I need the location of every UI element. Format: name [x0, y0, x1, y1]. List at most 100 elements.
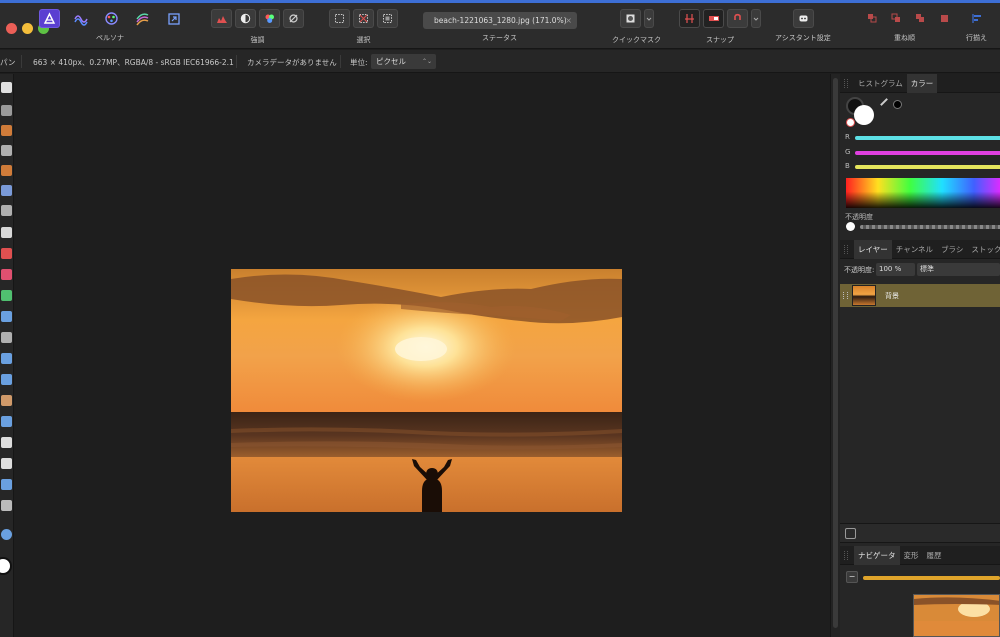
move-back-icon[interactable] [862, 9, 883, 28]
color-balance-icon[interactable] [259, 9, 280, 28]
marquee-tool-icon[interactable] [1, 205, 12, 216]
layer-row[interactable]: 背景 [840, 284, 1000, 307]
persona-group [39, 9, 184, 28]
healing-tool-icon[interactable] [1, 395, 12, 406]
opacity-handle[interactable] [846, 222, 855, 231]
zoom-out-button[interactable]: − [846, 571, 858, 583]
paint-brush-icon[interactable] [1, 248, 12, 259]
dodge-brush-icon[interactable] [1, 290, 12, 301]
snap-toggle-icon[interactable] [703, 9, 724, 28]
levels-icon[interactable] [211, 9, 232, 28]
clone-tool-icon[interactable] [1, 374, 12, 385]
tab-histogram[interactable]: ヒストグラム [854, 74, 907, 93]
persona-develop-icon[interactable] [101, 9, 122, 28]
r-slider[interactable] [855, 136, 1000, 140]
move-forward-icon[interactable] [910, 9, 931, 28]
unit-value: ピクセル [376, 57, 406, 66]
scroll-thumb[interactable] [833, 78, 838, 628]
layers-footer [840, 523, 1000, 543]
erase-brush-icon[interactable] [1, 311, 12, 322]
tab-stock[interactable]: ストック [967, 240, 1000, 259]
color-spectrum[interactable] [846, 178, 1000, 208]
flood-select-icon[interactable] [1, 185, 12, 196]
navigator-preview[interactable] [913, 594, 1000, 637]
tab-history[interactable]: 履歴 [923, 546, 946, 565]
selection-brush-icon[interactable] [1, 165, 12, 176]
select-all-icon[interactable] [329, 9, 350, 28]
layers-panel-tabs: レイヤー チャンネル ブラシ ストック [840, 239, 1000, 259]
chevron-updown-icon: ⌃⌄ [421, 58, 432, 65]
foreground-color-swatch[interactable] [0, 557, 12, 575]
unit-select[interactable]: ピクセル ⌃⌄ [371, 54, 436, 69]
tab-transform[interactable]: 変形 [900, 546, 923, 565]
smudge-tool-icon[interactable] [1, 416, 12, 427]
view-mode-icon[interactable] [1, 529, 12, 540]
freehand-select-icon[interactable] [1, 227, 12, 238]
main-toolbar: ペルソナ 強調 選択 beach-1221063_1280.jpg (171.0… [0, 3, 1000, 49]
chevron-down-icon[interactable] [751, 9, 761, 28]
document-title-tab[interactable]: beach-1221063_1280.jpg (171.0%) × [423, 12, 577, 29]
close-document-icon[interactable]: × [565, 16, 572, 25]
eyedropper-icon[interactable] [880, 98, 893, 111]
tab-navigator[interactable]: ナビゲータ [854, 545, 900, 565]
tab-layers[interactable]: レイヤー [854, 239, 892, 259]
deselect-icon[interactable] [353, 9, 374, 28]
white-balance-icon[interactable] [283, 9, 304, 28]
quick-mask-icon[interactable] [619, 9, 641, 28]
layer-options-icon[interactable] [845, 528, 856, 539]
layer-opacity-field[interactable]: 100 % [876, 263, 915, 276]
panel-grip-icon[interactable] [844, 79, 848, 88]
snap-label: スナップ [706, 36, 734, 44]
zoom-tool-icon[interactable] [1, 500, 12, 511]
b-slider[interactable] [855, 165, 1000, 169]
order-label: 重ね順 [894, 34, 915, 42]
persona-export-icon[interactable] [163, 9, 184, 28]
move-backward-icon[interactable] [886, 9, 907, 28]
close-window-button[interactable] [6, 23, 17, 34]
align-icon[interactable] [967, 9, 988, 28]
zoom-slider[interactable] [863, 576, 1000, 580]
panel-grip-icon[interactable] [844, 551, 848, 560]
divider [21, 55, 22, 68]
crop-tool-icon[interactable] [1, 145, 12, 156]
tab-brushes[interactable]: ブラシ [937, 240, 967, 259]
move-front-icon[interactable] [934, 9, 955, 28]
tab-color[interactable]: カラー [906, 73, 938, 93]
panel-grip-icon[interactable] [844, 245, 848, 254]
snap-grid-icon[interactable] [679, 9, 700, 28]
no-color-icon[interactable] [846, 118, 855, 127]
persona-liquify-icon[interactable] [70, 9, 91, 28]
foreground-color-swatch[interactable] [854, 105, 874, 125]
persona-tone-icon[interactable] [132, 9, 153, 28]
adjust-group: 強調 [211, 9, 304, 45]
assistant-label: アシスタント設定 [775, 34, 831, 42]
pixel-brush-icon[interactable] [1, 269, 12, 280]
persona-photo-icon[interactable] [39, 9, 60, 28]
gradient-tool-icon[interactable] [1, 353, 12, 364]
g-slider[interactable] [855, 151, 1000, 155]
hand-tool-icon[interactable] [1, 82, 12, 93]
vertical-scrollbar[interactable] [830, 74, 840, 637]
text-tool-icon[interactable] [1, 479, 12, 490]
opacity-slider[interactable] [860, 225, 1000, 229]
color-picker-tool-icon[interactable] [1, 125, 12, 136]
minimize-window-button[interactable] [22, 23, 33, 34]
status-label: ステータス [482, 34, 517, 42]
fill-tool-icon[interactable] [1, 332, 12, 343]
shape-tool-icon[interactable] [1, 458, 12, 469]
invert-selection-icon[interactable] [377, 9, 398, 28]
chevron-down-icon[interactable] [643, 9, 654, 28]
assistant-icon[interactable] [793, 9, 814, 28]
layer-visibility-icon[interactable] [843, 292, 848, 299]
g-label: G [845, 148, 851, 156]
divider [340, 55, 341, 68]
tab-channels[interactable]: チャンネル [892, 240, 937, 259]
document-image[interactable] [231, 269, 622, 512]
contrast-icon[interactable] [235, 9, 256, 28]
blend-mode-select[interactable]: 標準 [917, 263, 1000, 276]
move-tool-icon[interactable] [1, 105, 12, 116]
snap-magnet-icon[interactable] [727, 9, 748, 28]
right-panel: ヒストグラム カラー R G B 不透明度 レイヤー チャンネル ブラシ ストッ… [840, 73, 1000, 637]
persona-label: ペルソナ [96, 34, 124, 42]
pen-tool-icon[interactable] [1, 437, 12, 448]
